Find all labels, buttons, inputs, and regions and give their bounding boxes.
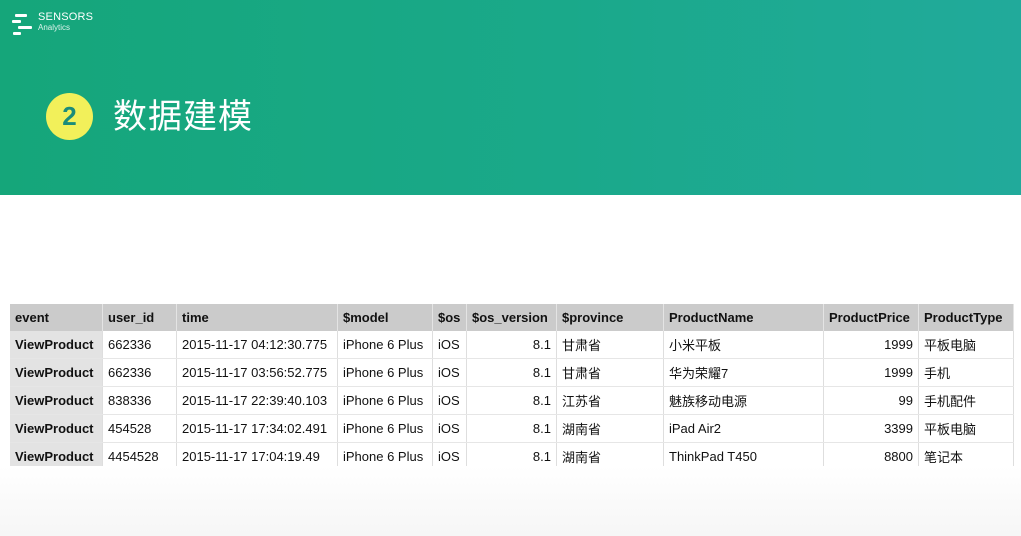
- cell-product-name: 小米平板: [663, 331, 824, 359]
- cell-product-price: 3399: [823, 414, 919, 443]
- cell-os-version: 8.1: [466, 358, 557, 387]
- cell-model: iPhone 6 Plus: [337, 331, 433, 359]
- cell-model: iPhone 6 Plus: [337, 414, 433, 443]
- header-model: $model: [337, 304, 433, 331]
- cell-product-type: 平板电脑: [918, 414, 1014, 443]
- header-os-version: $os_version: [466, 304, 557, 331]
- cell-user-id: 454528: [102, 414, 177, 443]
- section-title: 数据建模: [113, 97, 253, 137]
- cell-product-name: 魅族移动电源: [663, 386, 824, 415]
- bottom-fade: [0, 466, 1021, 536]
- cell-os: iOS: [432, 358, 467, 387]
- table-header-row: event user_id time $model $os $os_versio…: [10, 304, 1014, 331]
- cell-product-name: 华为荣耀7: [663, 358, 824, 387]
- cell-province: 甘肃省: [556, 358, 664, 387]
- cell-time: 2015-11-17 03:56:52.775: [176, 358, 338, 387]
- brand-name: SENSORS: [38, 11, 94, 23]
- event-table: event user_id time $model $os $os_versio…: [10, 304, 1014, 471]
- cell-event: ViewProduct: [10, 386, 103, 415]
- cell-time: 2015-11-17 04:12:30.775: [176, 331, 338, 359]
- cell-time: 2015-11-17 22:39:40.103: [176, 386, 338, 415]
- cell-os: iOS: [432, 414, 467, 443]
- header-banner: SENSORS Analytics 2 数据建模: [0, 0, 1021, 195]
- cell-event: ViewProduct: [10, 358, 103, 387]
- cell-event: ViewProduct: [10, 414, 103, 443]
- brand-sub: Analytics: [38, 23, 71, 32]
- cell-os-version: 8.1: [466, 414, 557, 443]
- header-os: $os: [432, 304, 467, 331]
- cell-province: 甘肃省: [556, 331, 664, 359]
- header-product-price: ProductPrice: [823, 304, 919, 331]
- header-province: $province: [556, 304, 664, 331]
- cell-user-id: 838336: [102, 386, 177, 415]
- table-row: ViewProduct 662336 2015-11-17 03:56:52.7…: [10, 358, 1014, 387]
- cell-product-type: 手机配件: [918, 386, 1014, 415]
- cell-province: 江苏省: [556, 386, 664, 415]
- section-number-badge: 2: [46, 93, 93, 140]
- sensors-logo-icon: [12, 12, 34, 38]
- table-row: ViewProduct 662336 2015-11-17 04:12:30.7…: [10, 331, 1014, 359]
- cell-model: iPhone 6 Plus: [337, 386, 433, 415]
- header-event: event: [10, 304, 103, 331]
- cell-product-price: 99: [823, 386, 919, 415]
- cell-province: 湖南省: [556, 414, 664, 443]
- cell-product-name: iPad Air2: [663, 414, 824, 443]
- cell-os-version: 8.1: [466, 331, 557, 359]
- table-row: ViewProduct 454528 2015-11-17 17:34:02.4…: [10, 414, 1014, 443]
- header-product-type: ProductType: [918, 304, 1014, 331]
- cell-os-version: 8.1: [466, 386, 557, 415]
- header-user-id: user_id: [102, 304, 177, 331]
- header-product-name: ProductName: [663, 304, 824, 331]
- table-row: ViewProduct 838336 2015-11-17 22:39:40.1…: [10, 386, 1014, 415]
- header-time: time: [176, 304, 338, 331]
- cell-time: 2015-11-17 17:34:02.491: [176, 414, 338, 443]
- cell-user-id: 662336: [102, 358, 177, 387]
- cell-product-price: 1999: [823, 331, 919, 359]
- cell-os: iOS: [432, 386, 467, 415]
- event-table-container: event user_id time $model $os $os_versio…: [10, 304, 1014, 471]
- cell-user-id: 662336: [102, 331, 177, 359]
- cell-product-type: 平板电脑: [918, 331, 1014, 359]
- sensors-logo: SENSORS Analytics: [12, 12, 93, 38]
- cell-product-type: 手机: [918, 358, 1014, 387]
- cell-event: ViewProduct: [10, 331, 103, 359]
- cell-product-price: 1999: [823, 358, 919, 387]
- cell-model: iPhone 6 Plus: [337, 358, 433, 387]
- cell-os: iOS: [432, 331, 467, 359]
